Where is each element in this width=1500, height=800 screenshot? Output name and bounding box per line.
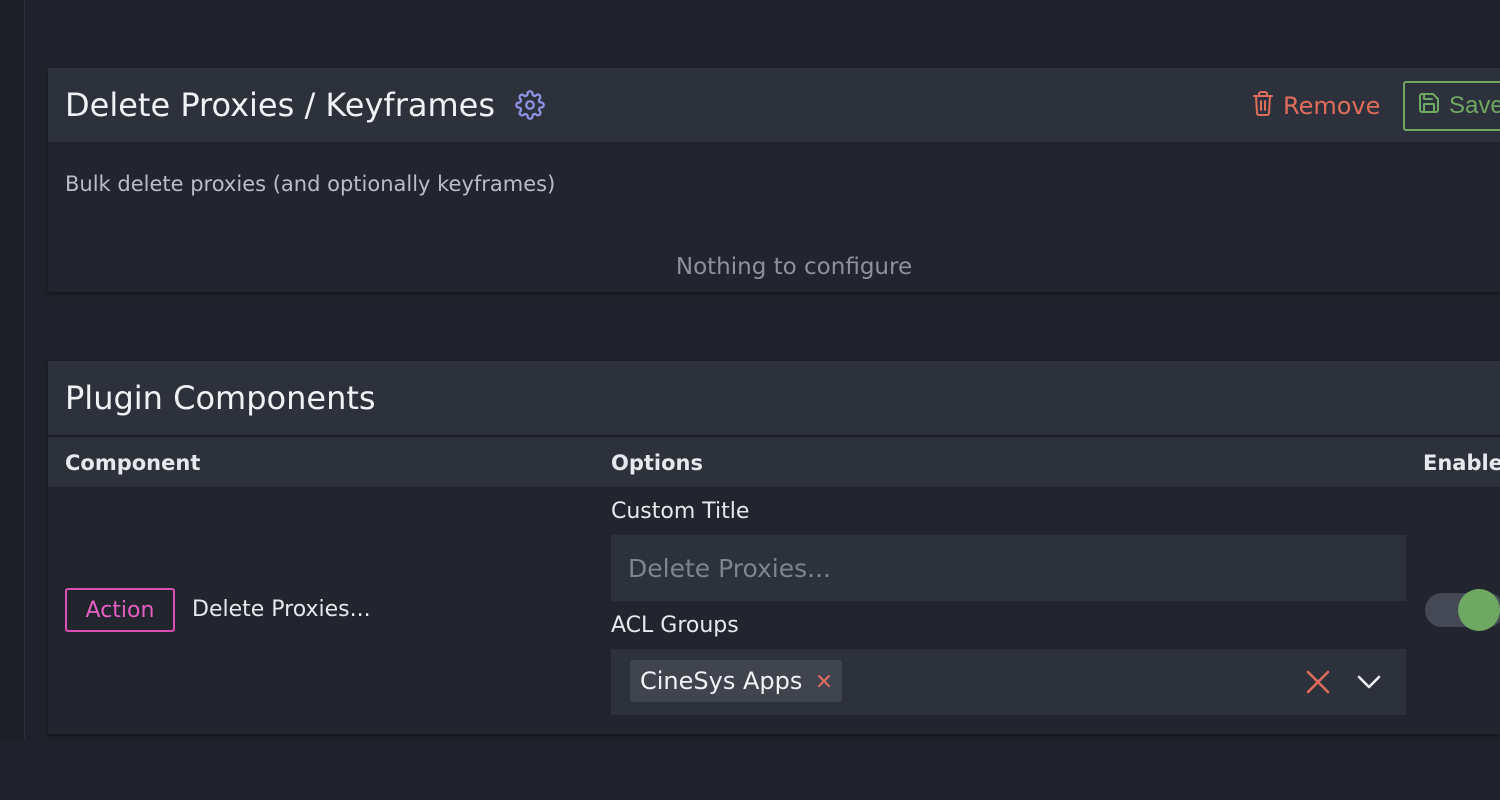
toggle-knob — [1458, 589, 1500, 631]
table-row: Action Delete Proxies... Custom Title AC… — [48, 487, 1500, 733]
enabled-toggle[interactable] — [1425, 589, 1500, 631]
acl-groups-select[interactable]: CineSys Apps — [611, 649, 1406, 715]
nothing-to-configure: Nothing to configure — [675, 254, 913, 280]
remove-button[interactable]: Remove — [1251, 90, 1380, 122]
acl-group-chip-label: CineSys Apps — [640, 667, 803, 695]
components-card-header: Plugin Components — [48, 361, 1500, 435]
plugin-description: Bulk delete proxies (and optionally keyf… — [65, 172, 556, 196]
trash-icon — [1251, 90, 1275, 122]
acl-group-chip: CineSys Apps — [630, 660, 843, 702]
close-icon[interactable] — [816, 673, 832, 689]
plugin-card: Delete Proxies / Keyframes Remove Save B… — [48, 68, 1500, 292]
column-enabled: Enable — [1423, 451, 1500, 475]
acl-groups-label: ACL Groups — [611, 613, 739, 638]
custom-title-label: Custom Title — [611, 499, 750, 524]
plugin-title: Delete Proxies / Keyframes — [65, 86, 495, 124]
table-header: Component Options Enable — [48, 435, 1500, 487]
clear-selection-icon[interactable] — [1305, 669, 1331, 695]
chevron-down-icon[interactable] — [1356, 671, 1382, 693]
floppy-icon — [1417, 91, 1441, 122]
components-title: Plugin Components — [65, 379, 376, 417]
column-options: Options — [611, 451, 703, 475]
custom-title-input[interactable] — [611, 535, 1406, 601]
gear-icon[interactable] — [515, 90, 545, 120]
component-name: Delete Proxies... — [192, 597, 371, 622]
column-component: Component — [65, 451, 201, 475]
save-button[interactable]: Save — [1403, 81, 1500, 131]
remove-label: Remove — [1283, 92, 1381, 120]
plugin-card-header: Delete Proxies / Keyframes Remove Save — [48, 68, 1500, 142]
left-rail — [0, 0, 25, 740]
components-card: Plugin Components Component Options Enab… — [48, 361, 1500, 734]
component-type-badge: Action — [65, 588, 175, 632]
page: Delete Proxies / Keyframes Remove Save B… — [0, 0, 1500, 800]
save-label: Save — [1449, 92, 1500, 119]
